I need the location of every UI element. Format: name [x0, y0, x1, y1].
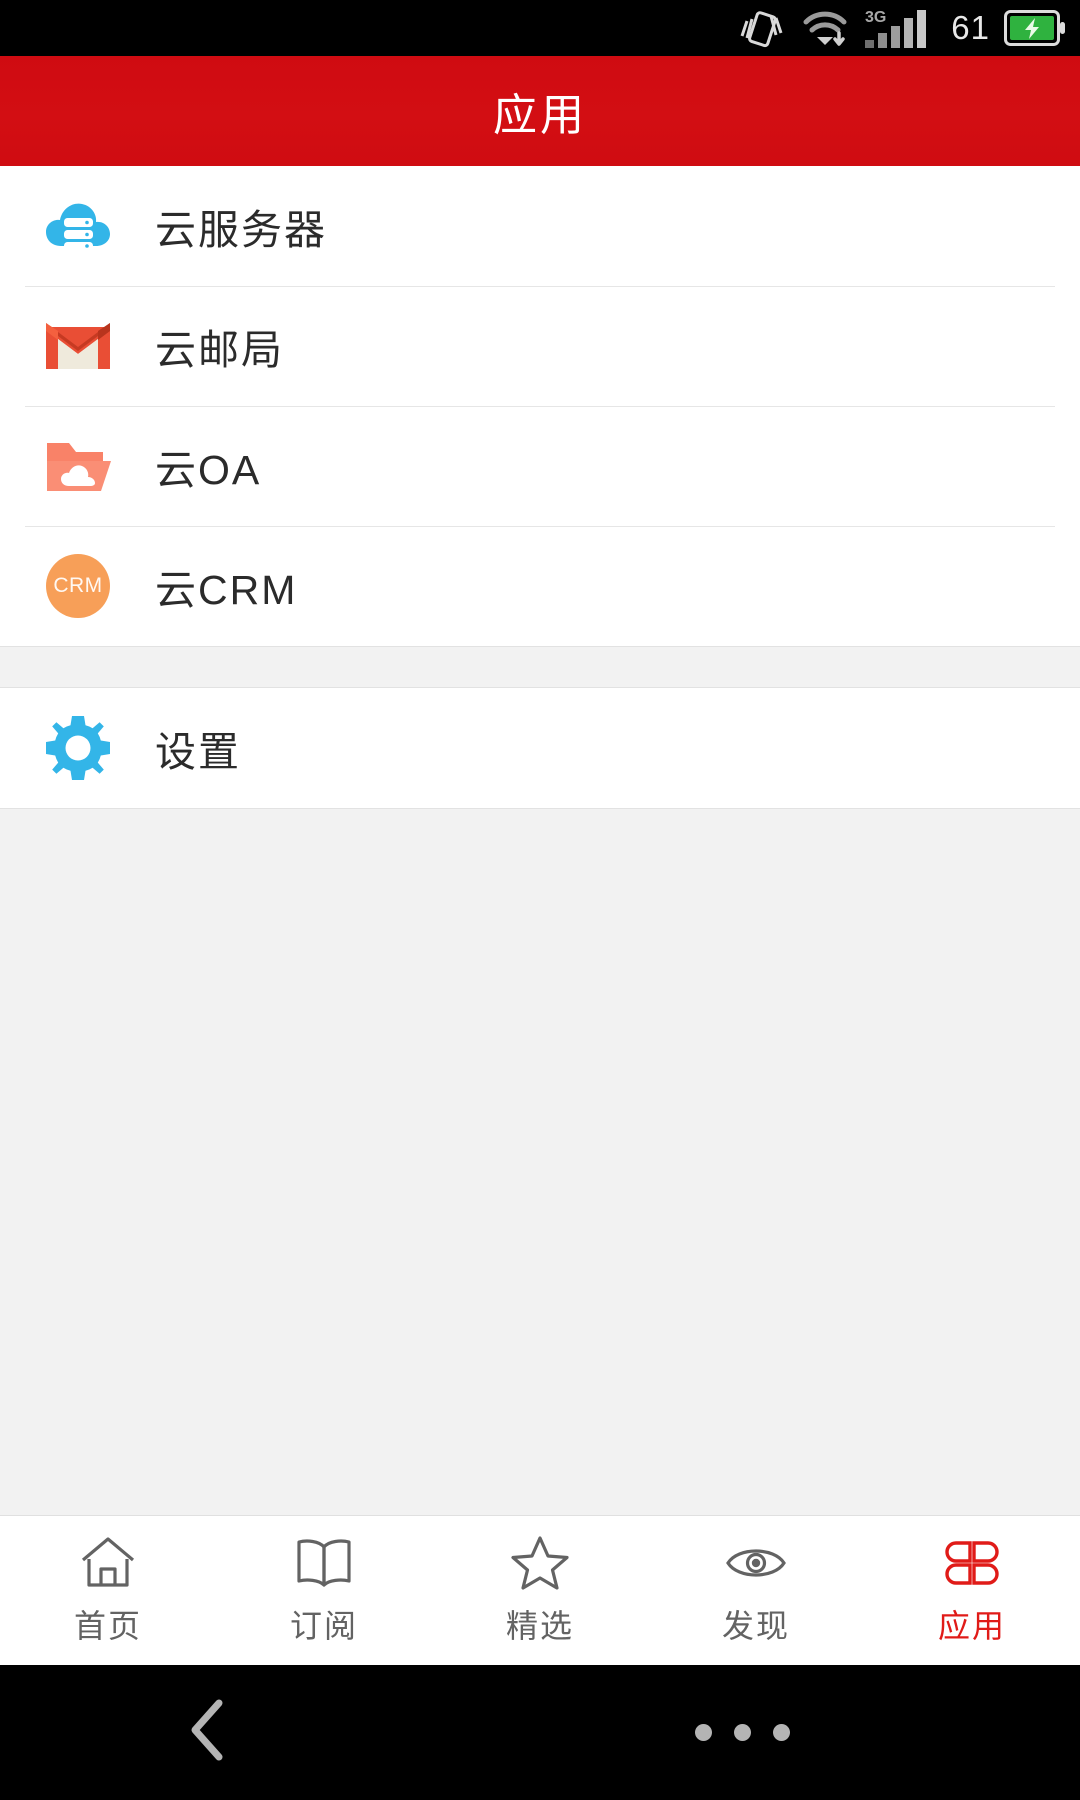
list-item-cloud-crm[interactable]: CRM 云CRM — [0, 526, 1080, 646]
crm-badge-text: CRM — [46, 554, 110, 618]
phone-screen: 3G 61 应用 云服务器 云邮局 云OA CRM 云CRM 设置 首页 订阅 … — [0, 0, 1080, 1800]
tab-discover[interactable]: 发现 — [648, 1516, 864, 1665]
cloud-server-icon — [45, 193, 111, 259]
tab-home[interactable]: 首页 — [0, 1516, 216, 1665]
list-item-label: 云OA — [155, 447, 262, 493]
app-list-secondary: 设置 — [0, 688, 1080, 809]
svg-text:3G: 3G — [865, 9, 886, 26]
list-item-cloud-oa[interactable]: 云OA — [0, 406, 1080, 526]
grid-apps-icon — [943, 1534, 1001, 1592]
battery-charging-icon — [1004, 10, 1066, 46]
menu-dot — [773, 1724, 790, 1741]
page-title: 应用 — [493, 91, 587, 140]
tab-apps[interactable]: 应用 — [864, 1516, 1080, 1665]
home-icon — [79, 1534, 137, 1592]
signal-icon: 3G — [863, 7, 937, 49]
book-icon — [295, 1534, 353, 1592]
tab-label: 精选 — [505, 1608, 574, 1644]
list-item-cloud-server[interactable]: 云服务器 — [0, 166, 1080, 286]
list-item-label: 云邮局 — [155, 327, 284, 373]
menu-dot — [695, 1724, 712, 1741]
status-bar: 3G 61 — [0, 0, 1080, 56]
battery-percent-label: 61 — [951, 9, 990, 46]
tab-label: 发现 — [721, 1608, 790, 1644]
list-item-settings[interactable]: 设置 — [0, 688, 1080, 808]
list-item-cloud-mail[interactable]: 云邮局 — [0, 286, 1080, 406]
menu-dot — [734, 1724, 751, 1741]
app-list-primary: 云服务器 云邮局 云OA CRM 云CRM — [0, 166, 1080, 646]
list-item-label: 云服务器 — [155, 207, 327, 253]
eye-icon — [725, 1534, 787, 1592]
empty-content-area — [0, 809, 1080, 1515]
star-icon — [511, 1534, 569, 1592]
wifi-icon — [801, 8, 849, 48]
vibrate-icon — [735, 8, 787, 48]
tab-label: 订阅 — [289, 1608, 358, 1644]
tab-subscribe[interactable]: 订阅 — [216, 1516, 432, 1665]
list-item-label: 设置 — [155, 729, 241, 775]
app-header: 应用 — [0, 56, 1080, 166]
crm-circle-icon: CRM — [45, 553, 111, 619]
tab-featured[interactable]: 精选 — [432, 1516, 648, 1665]
gmail-envelope-icon — [45, 313, 111, 379]
tab-label: 首页 — [73, 1608, 142, 1644]
android-nav-bar — [0, 1665, 1080, 1800]
tab-label: 应用 — [937, 1608, 1006, 1644]
list-item-label: 云CRM — [155, 567, 298, 613]
menu-dots-icon[interactable] — [695, 1724, 790, 1741]
bottom-tab-bar: 首页 订阅 精选 发现 应用 — [0, 1515, 1080, 1665]
section-divider — [0, 646, 1080, 688]
cloud-folder-icon — [45, 433, 111, 499]
gear-icon — [45, 715, 111, 781]
back-chevron-icon[interactable] — [185, 1697, 231, 1768]
